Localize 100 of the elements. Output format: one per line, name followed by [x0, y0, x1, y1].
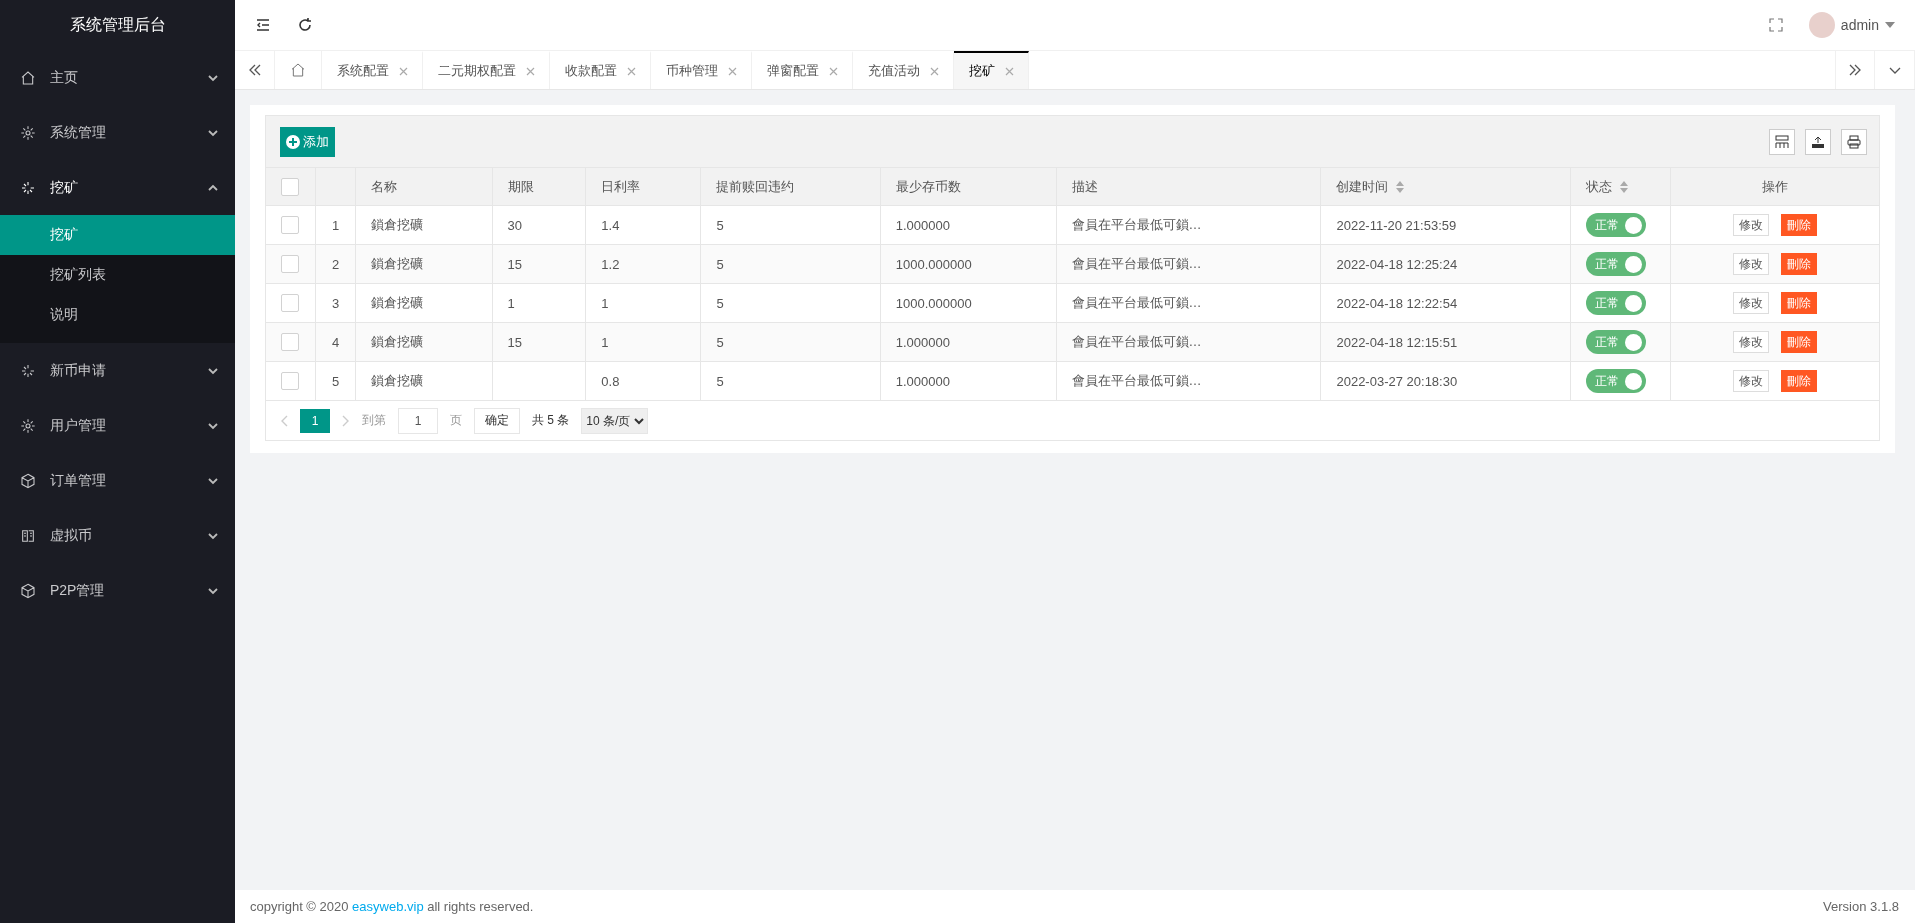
table-cell: 1 [585, 322, 701, 362]
table-cell: 1.000000 [880, 322, 1057, 362]
close-icon[interactable] [1005, 66, 1014, 76]
table-cell: 30 [492, 205, 586, 245]
menu-item[interactable]: 系统管理 [0, 105, 235, 160]
columns-button[interactable] [1769, 128, 1795, 155]
table-cell: 3 [315, 283, 356, 323]
menu-item[interactable]: 虚拟币 [0, 508, 235, 563]
table-cell: 5 [700, 361, 881, 401]
submenu-item[interactable]: 说明 [0, 295, 235, 335]
next-page-icon[interactable] [342, 414, 350, 427]
table-cell: 0.8 [585, 361, 701, 401]
table-cell: 1000.000000 [880, 244, 1057, 284]
caret-icon [1885, 22, 1895, 28]
menu-item[interactable]: 主页 [0, 50, 235, 105]
menu-item[interactable]: 用户管理 [0, 398, 235, 453]
table-cell: 鎖倉挖礦 [355, 205, 493, 245]
column-header: 名称 [371, 178, 397, 194]
page-input[interactable]: 1 [398, 407, 438, 434]
home-icon [20, 69, 36, 86]
sort-icon[interactable] [1620, 181, 1629, 194]
edit-button[interactable]: 修改 [1733, 331, 1769, 353]
close-icon[interactable] [399, 66, 408, 76]
columns-icon [1775, 134, 1789, 149]
table-cell: 鎖倉挖礦 [355, 244, 493, 284]
column-header: 状态 [1586, 178, 1613, 194]
home-icon [290, 62, 306, 78]
spark-icon [20, 362, 36, 379]
close-icon[interactable] [829, 66, 838, 76]
tab[interactable]: 挖矿 [954, 51, 1029, 89]
table-cell: 2022-03-27 20:18:30 [1320, 361, 1571, 401]
edit-button[interactable]: 修改 [1733, 253, 1769, 275]
app-title: 系统管理后台 [68, 14, 167, 35]
spark-icon [20, 179, 36, 196]
plus-icon [286, 134, 300, 149]
close-icon[interactable] [526, 66, 535, 76]
refresh-icon[interactable] [297, 17, 313, 33]
edit-button[interactable]: 修改 [1733, 370, 1769, 392]
page-label: 页 [450, 412, 462, 429]
double-chevron-left-icon [247, 63, 262, 77]
table-cell: 鎖倉挖礦 [355, 283, 493, 323]
menu-icon[interactable] [255, 17, 271, 33]
scroll-right-button[interactable] [1835, 51, 1875, 89]
total-count: 共 5 条 [532, 412, 570, 429]
table-cell: 5 [700, 283, 881, 323]
table-cell: 會員在平台最低可鎖… [1056, 361, 1321, 401]
export-button[interactable] [1805, 128, 1831, 155]
table-cell: 1 [492, 283, 586, 323]
print-icon [1847, 134, 1861, 149]
row-checkbox[interactable] [281, 372, 299, 390]
menu-item[interactable]: 挖矿 [0, 160, 235, 215]
copyright-text: copyright © 2020 easyweb.vip all rights reserved. [250, 899, 534, 914]
table-cell: 2022-04-18 12:25:24 [1320, 244, 1571, 284]
print-button[interactable] [1841, 128, 1867, 155]
table-cell: 1.4 [585, 205, 701, 245]
submenu-item[interactable]: 挖矿列表 [0, 255, 235, 295]
close-icon[interactable] [728, 66, 737, 76]
select-all-checkbox[interactable] [281, 177, 299, 196]
table-cell: 會員在平台最低可鎖… [1056, 283, 1321, 323]
avatar[interactable] [1808, 12, 1835, 38]
prev-page-icon[interactable] [280, 414, 288, 427]
user-name[interactable]: admin [1840, 17, 1879, 33]
menu-item[interactable]: 订单管理 [0, 453, 235, 508]
menu-item[interactable]: P2P管理 [0, 563, 235, 618]
table-cell: 4 [315, 322, 356, 362]
edit-button[interactable]: 修改 [1733, 292, 1769, 314]
confirm-button[interactable]: 确定 [474, 407, 520, 434]
sort-icon[interactable] [1396, 181, 1405, 194]
row-checkbox[interactable] [281, 255, 299, 273]
column-header: 描述 [1071, 178, 1098, 194]
gear-icon [20, 124, 36, 141]
table-cell: 會員在平台最低可鎖… [1056, 244, 1321, 284]
page-size-select[interactable]: 10 条/页 [581, 407, 649, 434]
page-number[interactable]: 1 [300, 408, 330, 433]
table-cell: 2022-04-18 12:22:54 [1320, 283, 1571, 323]
row-checkbox[interactable] [281, 294, 299, 312]
table-cell: 1000.000000 [880, 283, 1057, 323]
table-cell: 5 [700, 322, 881, 362]
edit-button[interactable]: 修改 [1733, 214, 1769, 236]
table-cell: 5 [700, 205, 881, 245]
menu-item[interactable]: 新币申请 [0, 343, 235, 398]
table-cell: 5 [700, 244, 881, 284]
table-cell: 1.000000 [880, 205, 1057, 245]
table-cell: 2 [315, 244, 356, 284]
goto-label: 到第 [362, 412, 386, 429]
table-cell: 15 [492, 322, 586, 362]
add-button[interactable]: 添加 [280, 126, 335, 157]
submenu-item[interactable]: 挖矿 [0, 215, 235, 255]
close-icon[interactable] [930, 66, 939, 76]
table-cell: 5 [315, 361, 356, 401]
book-icon [20, 527, 36, 544]
double-chevron-right-icon [1848, 63, 1862, 77]
table-cell: 1 [315, 205, 356, 245]
table-cell: 2022-04-18 12:15:51 [1320, 322, 1571, 362]
row-checkbox[interactable] [281, 333, 299, 351]
fullscreen-icon[interactable] [1768, 18, 1783, 32]
row-checkbox[interactable] [281, 216, 299, 234]
table-cell: 會員在平台最低可鎖… [1056, 205, 1321, 245]
column-header: 日利率 [601, 178, 641, 194]
close-icon[interactable] [627, 66, 636, 76]
